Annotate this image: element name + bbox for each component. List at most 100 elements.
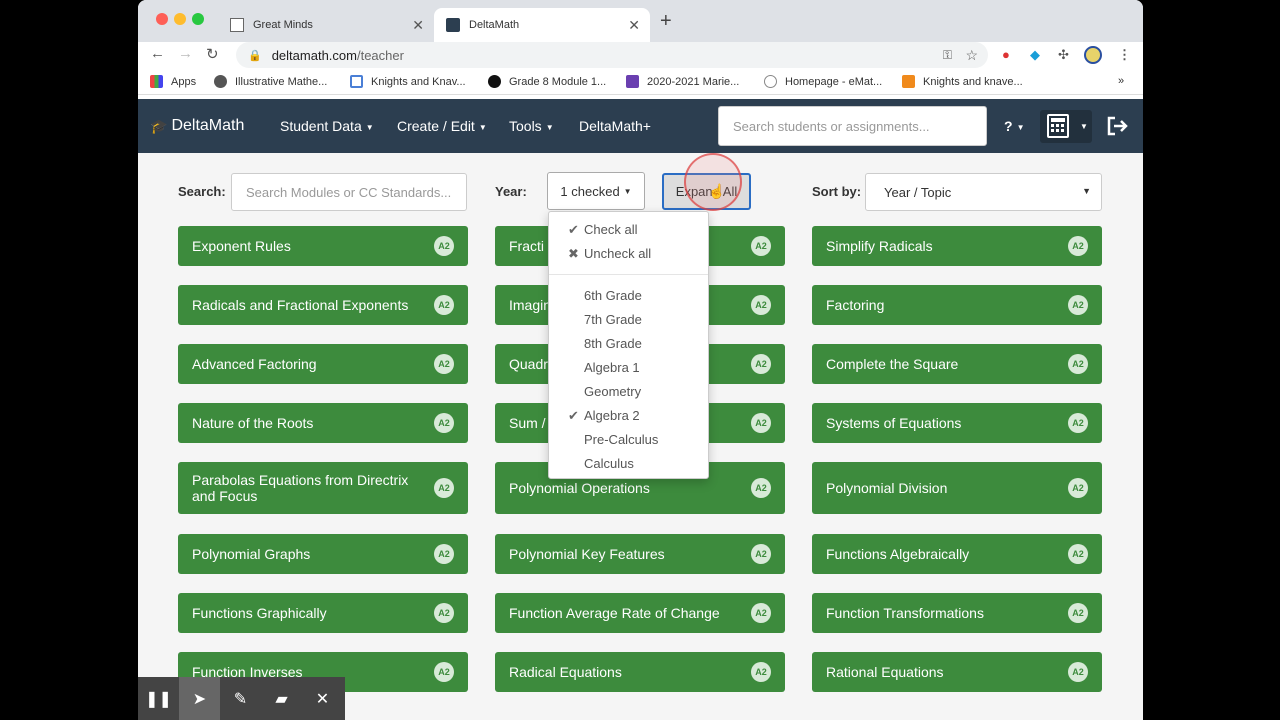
- star-icon[interactable]: ☆: [965, 47, 978, 64]
- year-option[interactable]: Calculus: [584, 456, 634, 471]
- module-search-input[interactable]: Search Modules or CC Standards...: [231, 173, 467, 211]
- bookmark-item[interactable]: Grade 8 Module 1...: [488, 75, 606, 88]
- gear-icon: [764, 75, 777, 88]
- module-card[interactable]: Polynomial Graphs A2: [178, 534, 468, 574]
- level-badge: A2: [1068, 478, 1088, 498]
- module-card[interactable]: Advanced Factoring A2: [178, 344, 468, 384]
- year-option[interactable]: Pre-Calculus: [584, 432, 658, 447]
- module-card[interactable]: Systems of Equations A2: [812, 403, 1102, 443]
- address-bar[interactable]: 🔒 deltamath.com/teacher ⚿ ☆: [236, 42, 988, 68]
- check-all-item[interactable]: Check all: [584, 222, 637, 237]
- module-title: Function Transformations: [826, 605, 984, 621]
- reload-icon[interactable]: ↻: [206, 45, 219, 63]
- nav-create-edit[interactable]: Create / Edit ▼: [397, 118, 487, 134]
- main-content: Search: Search Modules or CC Standards..…: [138, 153, 1143, 720]
- globe-icon: [214, 75, 227, 88]
- page-icon: [230, 18, 244, 32]
- bookmark-item[interactable]: Homepage - eMat...: [764, 75, 882, 88]
- tab-deltamath[interactable]: DeltaMath ✕: [434, 8, 650, 42]
- bookmark-label: Apps: [171, 75, 197, 88]
- module-card[interactable]: Function Average Rate of Change A2: [495, 593, 785, 633]
- module-card[interactable]: Rational Equations A2: [812, 652, 1102, 692]
- bookmark-apps[interactable]: Apps: [150, 75, 196, 88]
- year-option[interactable]: Algebra 2: [584, 408, 640, 423]
- bookmark-item[interactable]: Knights and Knav...: [350, 75, 466, 88]
- year-option[interactable]: Algebra 1: [584, 360, 640, 375]
- year-option[interactable]: Geometry: [584, 384, 641, 399]
- module-card[interactable]: Radicals and Fractional Exponents A2: [178, 285, 468, 325]
- key-icon[interactable]: ⚿: [943, 48, 952, 63]
- forward-arrow-icon[interactable]: →: [178, 45, 193, 62]
- extension-diamond-icon[interactable]: ◆: [1030, 47, 1040, 63]
- pause-icon[interactable]: ❚❚: [138, 677, 179, 720]
- module-title: Functions Algebraically: [826, 546, 970, 562]
- nav-label: Create / Edit: [397, 118, 475, 134]
- brand-logo[interactable]: 🎓 DeltaMath: [150, 117, 244, 135]
- nav-deltamath-plus[interactable]: DeltaMath+: [579, 118, 651, 134]
- module-card[interactable]: Functions Graphically A2: [178, 593, 468, 633]
- student-search-input[interactable]: Search students or assignments...: [718, 106, 987, 146]
- minimize-window-button[interactable]: [174, 13, 186, 25]
- module-title: Functions Graphically: [192, 605, 327, 621]
- nav-tools[interactable]: Tools ▼: [509, 118, 554, 134]
- extension-icon[interactable]: ●: [1002, 47, 1010, 62]
- tab-strip: Great Minds ✕ DeltaMath ✕ +: [138, 0, 1143, 42]
- tab-great-minds[interactable]: Great Minds ✕: [218, 8, 434, 42]
- lock-icon: 🔒: [248, 49, 262, 62]
- close-window-button[interactable]: [156, 13, 168, 25]
- caret-down-icon: ▼: [478, 122, 487, 132]
- menu-kebab-icon[interactable]: ⋮: [1118, 47, 1131, 63]
- maximize-window-button[interactable]: [192, 13, 204, 25]
- puzzle-icon[interactable]: ✣: [1058, 47, 1069, 63]
- close-icon[interactable]: ✕: [302, 677, 343, 720]
- pen-icon[interactable]: ✎: [220, 677, 261, 720]
- calculator-button[interactable]: ▼: [1040, 110, 1092, 143]
- bookmark-label: Illustrative Mathe...: [235, 75, 328, 88]
- level-badge: A2: [434, 236, 454, 256]
- module-card[interactable]: Exponent Rules A2: [178, 226, 468, 266]
- module-card[interactable]: Radical Equations A2: [495, 652, 785, 692]
- module-card[interactable]: Nature of the Roots A2: [178, 403, 468, 443]
- caret-down-icon: ▼: [365, 122, 374, 132]
- level-badge: A2: [751, 295, 771, 315]
- tab-title: DeltaMath: [469, 19, 520, 31]
- bookmark-label: Grade 8 Module 1...: [509, 75, 607, 88]
- bookmark-item[interactable]: Knights and knave...: [902, 75, 1023, 88]
- new-tab-button[interactable]: +: [660, 10, 672, 33]
- module-title: Quadr: [509, 356, 548, 372]
- module-card[interactable]: Function Transformations A2: [812, 593, 1102, 633]
- year-button-label: 1 checked: [560, 183, 620, 199]
- module-title: Function Average Rate of Change: [509, 605, 720, 621]
- bookmark-label: Knights and knave...: [923, 75, 1023, 88]
- pointer-icon[interactable]: ➤: [179, 677, 220, 720]
- uncheck-all-item[interactable]: Uncheck all: [584, 246, 651, 261]
- module-card[interactable]: Parabolas Equations from Directrix and F…: [178, 462, 468, 514]
- close-tab-icon[interactable]: ✕: [628, 17, 640, 34]
- close-tab-icon[interactable]: ✕: [412, 17, 424, 34]
- year-filter-button[interactable]: 1 checked ▼: [547, 172, 645, 210]
- bookmarks-overflow-button[interactable]: »: [1118, 75, 1124, 87]
- help-button[interactable]: ? ▼: [1004, 118, 1024, 134]
- back-arrow-icon[interactable]: ←: [150, 45, 165, 62]
- year-option[interactable]: 8th Grade: [584, 336, 642, 351]
- module-title: Complete the Square: [826, 356, 959, 372]
- module-card[interactable]: Polynomial Key Features A2: [495, 534, 785, 574]
- bookmark-item[interactable]: Illustrative Mathe...: [214, 75, 327, 88]
- module-card[interactable]: Factoring A2: [812, 285, 1102, 325]
- nav-student-data[interactable]: Student Data ▼: [280, 118, 374, 134]
- year-option[interactable]: 7th Grade: [584, 312, 642, 327]
- bookmark-item[interactable]: 2020-2021 Marie...: [626, 75, 739, 88]
- logout-icon[interactable]: [1107, 116, 1129, 136]
- year-option[interactable]: 6th Grade: [584, 288, 642, 303]
- module-title: Polynomial Key Features: [509, 546, 665, 562]
- deltamath-favicon: [446, 18, 460, 32]
- highlighter-icon[interactable]: ▰: [261, 677, 302, 720]
- bookmark-label: Homepage - eMat...: [785, 75, 883, 88]
- module-card[interactable]: Simplify Radicals A2: [812, 226, 1102, 266]
- profile-avatar[interactable]: [1084, 46, 1102, 64]
- sort-select[interactable]: Year / Topic ▼: [865, 173, 1102, 211]
- module-card[interactable]: Complete the Square A2: [812, 344, 1102, 384]
- doc-icon: [350, 75, 363, 88]
- module-card[interactable]: Polynomial Division A2: [812, 462, 1102, 514]
- module-card[interactable]: Functions Algebraically A2: [812, 534, 1102, 574]
